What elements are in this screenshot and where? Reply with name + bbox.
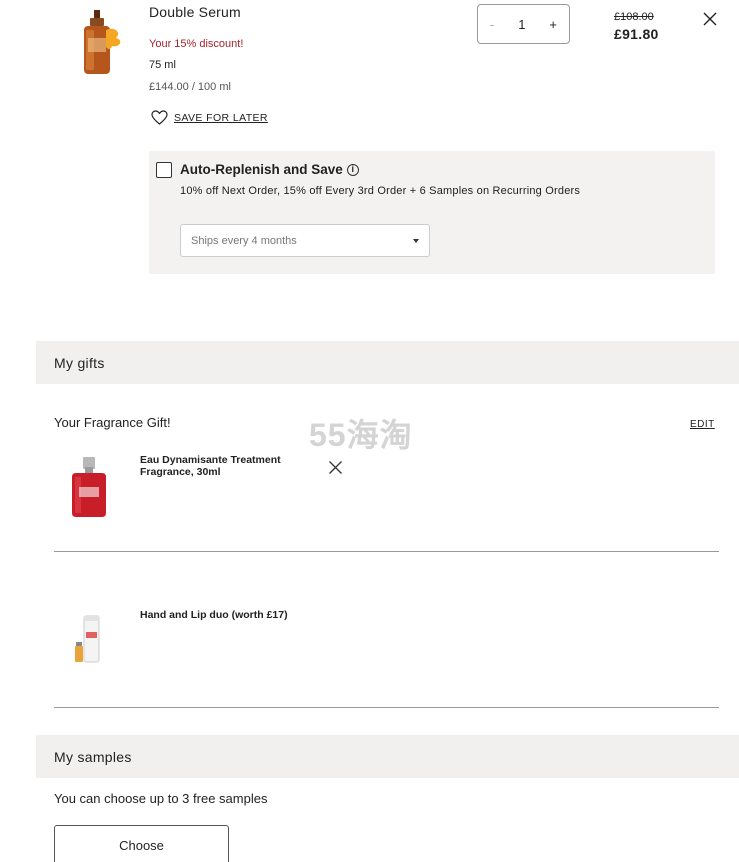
samples-section-title: My samples (54, 748, 132, 765)
divider (54, 707, 719, 708)
info-icon[interactable]: i (346, 163, 359, 176)
save-for-later-label: SAVE FOR LATER (174, 111, 268, 124)
gifts-section-title: My gifts (54, 354, 105, 371)
auto-replenish-title: Auto-Replenish and Save i (180, 162, 359, 177)
remove-product-button[interactable] (702, 11, 718, 27)
quantity-stepper[interactable]: - 1 + (477, 4, 570, 44)
original-price: £108.00 (614, 11, 654, 23)
auto-replenish-description: 10% off Next Order, 15% off Every 3rd Or… (180, 185, 581, 197)
serum-bottle-icon (84, 10, 121, 74)
heart-icon (151, 110, 168, 125)
choose-samples-button[interactable]: Choose (54, 825, 229, 862)
quantity-decrease-button[interactable]: - (490, 17, 494, 32)
fragrance-bottle-icon (72, 457, 106, 517)
edit-gift-link[interactable]: EDIT (690, 419, 715, 430)
discounted-price: £91.80 (614, 26, 659, 42)
gift-image-hand-lip (72, 612, 104, 664)
gift-item-name: Hand and Lip duo (worth £17) (140, 609, 288, 621)
product-name[interactable]: Double Serum (149, 4, 241, 20)
product-image[interactable] (76, 8, 128, 78)
watermark: 55海淘 (309, 417, 413, 453)
discount-label: Your 15% discount! (149, 38, 244, 50)
gift-item-name: Eau Dynamisante Treatment Fragrance, 30m… (140, 454, 281, 478)
samples-info-text: You can choose up to 3 free samples (54, 791, 268, 806)
hand-lip-duo-icon (75, 615, 100, 663)
frequency-select-value: Ships every 4 months (191, 234, 297, 247)
close-icon (703, 12, 717, 26)
save-for-later-button[interactable]: SAVE FOR LATER (151, 110, 268, 125)
quantity-value: 1 (518, 16, 526, 32)
gift-image-fragrance (66, 455, 112, 519)
frequency-select[interactable]: Ships every 4 months (180, 224, 430, 257)
auto-replenish-checkbox[interactable] (156, 162, 172, 178)
auto-replenish-title-text: Auto-Replenish and Save (180, 162, 343, 177)
quantity-increase-button[interactable]: + (549, 17, 557, 32)
divider (54, 551, 719, 552)
fragrance-gift-title: Your Fragrance Gift! (54, 415, 171, 430)
samples-section-header: My samples (36, 735, 739, 778)
product-size: 75 ml (149, 59, 176, 71)
chevron-down-icon (413, 238, 419, 243)
unit-price: £144.00 / 100 ml (149, 81, 231, 93)
close-icon (329, 461, 342, 474)
remove-gift-button[interactable] (328, 460, 343, 475)
gifts-section-header: My gifts (36, 341, 739, 384)
